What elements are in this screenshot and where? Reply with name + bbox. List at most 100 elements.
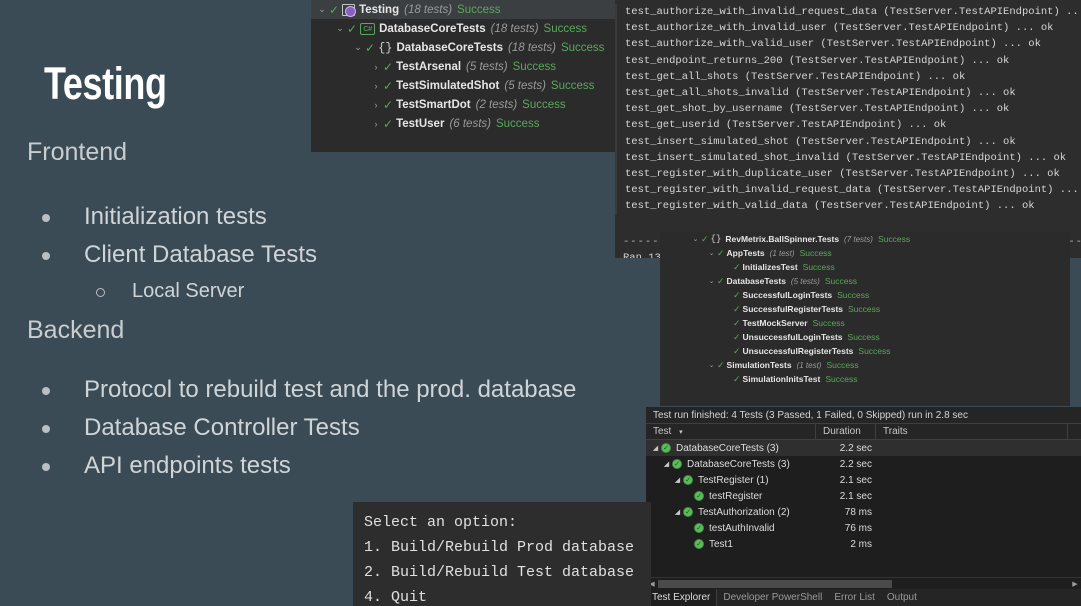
test-passed-icon: ✓ <box>683 507 693 517</box>
table-cell-test: ✓ testRegister <box>646 491 816 502</box>
terminal-line: test_get_shot_by_username (TestServer.Te… <box>615 101 1081 118</box>
table-row[interactable]: ✓ testAuthInvalid 76 ms <box>646 520 1081 536</box>
column-header-test[interactable]: Test ▾ <box>646 423 816 440</box>
expand-arrow-icon[interactable]: ◢ <box>672 508 683 516</box>
table-row[interactable]: ✓ testRegister 2.1 sec <box>646 488 1081 504</box>
list-item: Local Server <box>36 274 317 308</box>
table-cell-test-name: DatabaseCoreTests (3) <box>687 458 790 470</box>
folder-warning-icon <box>342 3 357 17</box>
test-tree-panel-top[interactable]: ⌄ ✓ Testing (18 tests) Success ⌄ ✓ C# DatabaseCo… <box>311 0 649 152</box>
test-tree-row-status: Success <box>837 290 870 300</box>
chevron-right-icon[interactable]: › <box>369 119 383 129</box>
sort-descending-icon: ▾ <box>679 428 683 436</box>
test-tree-row[interactable]: ✓ SimulationInitsTest Success <box>660 372 1070 386</box>
terminal-line: test_get_all_shots_invalid (TestServer.T… <box>615 85 1081 102</box>
tab-error-list[interactable]: Error List <box>828 589 881 606</box>
test-tree-row[interactable]: ⌄ ✓{} RevMetrix.BallSpinner.Tests (7 tests)… <box>660 232 1070 246</box>
terminal-lines: test_authorize_with_invalid_request_data… <box>615 4 1081 215</box>
test-tree-row[interactable]: ✓ TestMockServer Success <box>660 316 1070 330</box>
test-tree-row-count: (18 tests) <box>404 3 453 16</box>
table-row[interactable]: ◢ ✓ TestAuthorization (2) 78 ms <box>646 504 1081 520</box>
test-tree-row[interactable]: ✓ InitializesTest Success <box>660 260 1070 274</box>
table-cell-test: ✓ Test1 <box>646 539 816 550</box>
test-tree-row-count: (2 tests) <box>475 98 518 111</box>
table-cell-test: ✓ testAuthInvalid <box>646 523 816 534</box>
check-success-icon: ✓ <box>383 97 394 112</box>
check-success-icon: ✓ <box>701 233 709 244</box>
expand-arrow-icon[interactable]: ◢ <box>650 444 661 452</box>
test-tree-row-status: Success <box>802 262 835 272</box>
test-tree-row[interactable]: ⌄ ✓ Testing (18 tests) Success <box>311 0 649 19</box>
bottom-tab-bar[interactable]: Test Explorer Developer PowerShell Error L… <box>646 589 1081 606</box>
test-tree-row[interactable]: ✓ UnsuccessfulLoginTests Success <box>660 330 1070 344</box>
terminal-line: test_register_with_duplicate_user (TestS… <box>615 166 1081 183</box>
chevron-right-icon[interactable]: › <box>369 81 383 91</box>
chevron-down-icon[interactable]: ⌄ <box>690 235 701 243</box>
chevron-down-icon[interactable]: ⌄ <box>315 4 329 15</box>
check-success-icon: ✓ <box>733 303 741 314</box>
table-row[interactable]: ◢ ✓ DatabaseCoreTests (3) 2.2 sec <box>646 440 1081 456</box>
test-tree-panel-bottom[interactable]: ⌄ ✓{} RevMetrix.BallSpinner.Tests (7 tests)… <box>660 232 1070 406</box>
expand-arrow-icon[interactable]: ◢ <box>672 476 683 484</box>
test-tree-row[interactable]: ⌄ ✓ SimulationTests (1 test) Success <box>660 358 1070 372</box>
scroll-right-arrow-icon[interactable]: ▶ <box>1069 580 1081 588</box>
check-success-icon: ✓ <box>717 359 725 370</box>
scrollbar-track[interactable] <box>658 579 1069 588</box>
table-row[interactable]: ◢ ✓ TestRegister (1) 2.1 sec <box>646 472 1081 488</box>
test-run-status: Test run finished: 4 Tests (3 Passed, 1 … <box>646 407 1081 424</box>
test-tree-row-name: SimulationTests <box>726 360 792 370</box>
test-tree-row[interactable]: › ✓ TestUser (6 tests) Success <box>311 114 649 133</box>
table-row[interactable]: ◢ ✓ DatabaseCoreTests (3) 2.2 sec <box>646 456 1081 472</box>
menu-terminal-panel[interactable]: Select an option: 1. Build/Rebuild Prod d… <box>353 502 651 606</box>
expand-arrow-icon[interactable]: ◢ <box>661 460 672 468</box>
tab-output[interactable]: Output <box>881 589 923 606</box>
test-tree-row[interactable]: › ✓ TestArsenal (5 tests) Success <box>311 57 649 76</box>
test-tree-row[interactable]: ⌄ ✓ C# DatabaseCoreTests (18 tests) Success <box>311 19 649 38</box>
check-success-icon: ✓ <box>733 261 741 272</box>
test-tree-row[interactable]: ⌄ ✓ DatabaseTests (5 tests) Success <box>660 274 1070 288</box>
test-tree-row-status: Success <box>826 360 859 370</box>
tab-test-explorer[interactable]: Test Explorer <box>646 589 718 606</box>
list-item: API endpoints tests <box>36 447 576 485</box>
horizontal-scrollbar[interactable]: ◀ ▶ <box>646 577 1081 589</box>
test-tree-row-name: UnsuccessfulLoginTests <box>742 332 843 342</box>
list-item: Initialization tests <box>36 198 317 236</box>
test-explorer-panel[interactable]: Test run finished: 4 Tests (3 Passed, 1 … <box>646 407 1081 606</box>
test-tree-row-name: TestArsenal <box>396 60 462 73</box>
chevron-down-icon[interactable]: ⌄ <box>333 23 347 34</box>
chevron-down-icon[interactable]: ⌄ <box>706 361 717 369</box>
chevron-right-icon[interactable]: › <box>369 62 383 72</box>
chevron-down-icon[interactable]: ⌄ <box>706 249 717 257</box>
test-tree-row-name: SuccessfulRegisterTests <box>742 304 844 314</box>
tab-developer-powershell[interactable]: Developer PowerShell <box>717 589 828 606</box>
bullet-list-backend: Protocol to rebuild test and the prod. d… <box>36 371 576 485</box>
terminal-line: test_insert_simulated_shot (TestServer.T… <box>615 133 1081 150</box>
scrollbar-thumb[interactable] <box>658 579 893 588</box>
test-tree-row[interactable]: ⌄ ✓ AppTests (1 test) Success <box>660 246 1070 260</box>
column-header-duration[interactable]: Duration <box>816 423 876 440</box>
table-cell-duration: 2.2 sec <box>839 442 872 454</box>
terminal-line: test_register_with_invalid_request_data … <box>615 182 1081 199</box>
bullet-list-frontend: Initialization tests Client Database Test… <box>36 198 317 308</box>
check-success-icon: ✓ <box>383 78 394 93</box>
chevron-right-icon[interactable]: › <box>369 100 383 110</box>
chevron-down-icon[interactable]: ⌄ <box>351 42 365 53</box>
test-explorer-rows[interactable]: ◢ ✓ DatabaseCoreTests (3) 2.2 sec ◢ ✓ Database… <box>646 440 1081 552</box>
test-tree-row[interactable]: › ✓ TestSmartDot (2 tests) Success <box>311 95 649 114</box>
column-header-traits[interactable]: Traits <box>876 423 1068 440</box>
test-tree-row[interactable]: ✓ UnsuccessfulRegisterTests Success <box>660 344 1070 358</box>
test-tree-row[interactable]: ✓ SuccessfulLoginTests Success <box>660 288 1070 302</box>
test-tree-row[interactable]: › ✓ TestSimulatedShot (5 tests) Success <box>311 76 649 95</box>
terminal-line: test_authorize_with_invalid_user (TestSe… <box>615 20 1081 37</box>
table-row[interactable]: ✓ Test1 2 ms <box>646 536 1081 552</box>
table-cell-test-name: TestAuthorization (2) <box>698 506 790 518</box>
chevron-down-icon[interactable]: ⌄ <box>706 277 717 285</box>
test-tree-row-count: (5 tests) <box>466 60 508 73</box>
test-tree-row-name: SimulationInitsTest <box>742 374 821 384</box>
test-tree-row[interactable]: ⌄ ✓{} DatabaseCoreTests (18 tests) Success <box>311 38 649 57</box>
terminal-output-panel[interactable]: test_authorize_with_invalid_request_data… <box>615 0 1081 258</box>
test-tree-row[interactable]: ✓ SuccessfulRegisterTests Success <box>660 302 1070 316</box>
test-tree-row-name: TestUser <box>396 117 445 130</box>
terminal-line: test_insert_simulated_shot_invalid (Test… <box>615 149 1081 167</box>
table-cell-test-name: DatabaseCoreTests (3) <box>676 442 779 454</box>
